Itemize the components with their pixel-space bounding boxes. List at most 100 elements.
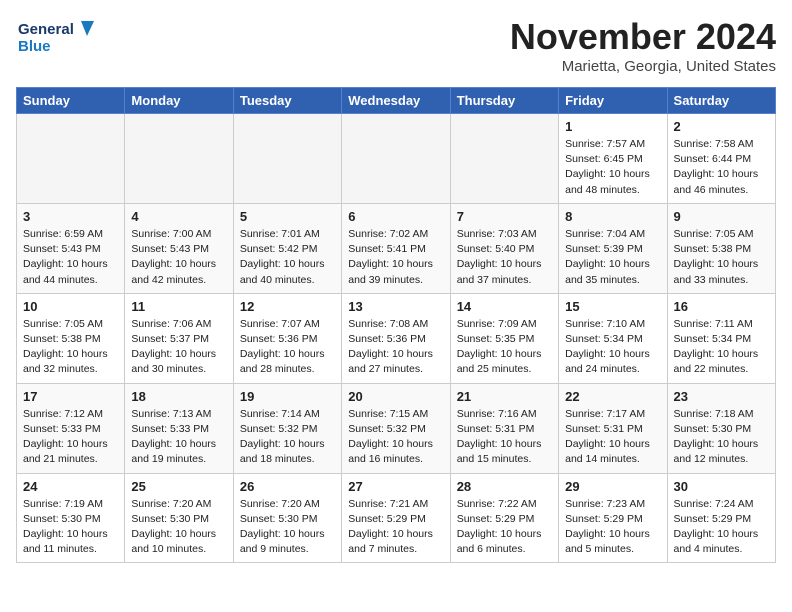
- day-info: Sunrise: 7:14 AM Sunset: 5:32 PM Dayligh…: [240, 407, 335, 468]
- day-info: Sunrise: 7:18 AM Sunset: 5:30 PM Dayligh…: [674, 407, 769, 468]
- day-number: 10: [23, 299, 118, 314]
- weekday-header-thursday: Thursday: [450, 88, 558, 114]
- calendar-cell: [450, 114, 558, 204]
- day-number: 21: [457, 389, 552, 404]
- day-number: 9: [674, 209, 769, 224]
- calendar-cell: 16 Sunrise: 7:11 AM Sunset: 5:34 PM Dayli…: [667, 293, 775, 383]
- location: Marietta, Georgia, United States: [510, 58, 776, 75]
- calendar: SundayMondayTuesdayWednesdayThursdayFrid…: [16, 87, 776, 563]
- day-info: Sunrise: 6:59 AM Sunset: 5:43 PM Dayligh…: [23, 227, 118, 288]
- weekday-header-sunday: Sunday: [17, 88, 125, 114]
- day-number: 14: [457, 299, 552, 314]
- day-info: Sunrise: 7:05 AM Sunset: 5:38 PM Dayligh…: [674, 227, 769, 288]
- calendar-cell: 22 Sunrise: 7:17 AM Sunset: 5:31 PM Dayli…: [559, 383, 667, 473]
- weekday-header-friday: Friday: [559, 88, 667, 114]
- day-number: 19: [240, 389, 335, 404]
- calendar-cell: [125, 114, 233, 204]
- calendar-cell: 27Sunrise: 7:21 AM Sunset: 5:29 PM Dayli…: [342, 473, 450, 563]
- logo: GeneralBlue: [16, 16, 96, 56]
- calendar-cell: 7Sunrise: 7:03 AM Sunset: 5:40 PM Daylig…: [450, 203, 558, 293]
- day-number: 23: [674, 389, 769, 404]
- day-info: Sunrise: 7:20 AM Sunset: 5:30 PM Dayligh…: [240, 497, 335, 558]
- calendar-cell: 24 Sunrise: 7:19 AM Sunset: 5:30 PM Dayli…: [17, 473, 125, 563]
- weekday-header-saturday: Saturday: [667, 88, 775, 114]
- calendar-cell: 18 Sunrise: 7:13 AM Sunset: 5:33 PM Dayli…: [125, 383, 233, 473]
- day-info: Sunrise: 7:00 AM Sunset: 5:43 PM Dayligh…: [131, 227, 226, 288]
- calendar-cell: 14Sunrise: 7:09 AM Sunset: 5:35 PM Dayli…: [450, 293, 558, 383]
- day-info: Sunrise: 7:10 AM Sunset: 5:34 PM Dayligh…: [565, 317, 660, 378]
- calendar-cell: 8Sunrise: 7:04 AM Sunset: 5:39 PM Daylig…: [559, 203, 667, 293]
- day-number: 11: [131, 299, 226, 314]
- day-number: 7: [457, 209, 552, 224]
- day-info: Sunrise: 7:08 AM Sunset: 5:36 PM Dayligh…: [348, 317, 443, 378]
- calendar-cell: 1 Sunrise: 7:57 AM Sunset: 6:45 PM Daylig…: [559, 114, 667, 204]
- calendar-cell: [233, 114, 341, 204]
- day-number: 18: [131, 389, 226, 404]
- calendar-cell: 3 Sunrise: 6:59 AM Sunset: 5:43 PM Daylig…: [17, 203, 125, 293]
- day-number: 1: [565, 119, 660, 134]
- calendar-cell: 21 Sunrise: 7:16 AM Sunset: 5:31 PM Dayli…: [450, 383, 558, 473]
- logo-icon: GeneralBlue: [16, 16, 96, 56]
- week-row-4: 17Sunrise: 7:12 AM Sunset: 5:33 PM Dayli…: [17, 383, 776, 473]
- weekday-header-wednesday: Wednesday: [342, 88, 450, 114]
- day-number: 2: [674, 119, 769, 134]
- day-info: Sunrise: 7:06 AM Sunset: 5:37 PM Dayligh…: [131, 317, 226, 378]
- day-info: Sunrise: 7:01 AM Sunset: 5:42 PM Dayligh…: [240, 227, 335, 288]
- day-info: Sunrise: 7:16 AM Sunset: 5:31 PM Dayligh…: [457, 407, 552, 468]
- svg-text:Blue: Blue: [18, 38, 51, 55]
- day-info: Sunrise: 7:23 AM Sunset: 5:29 PM Dayligh…: [565, 497, 660, 558]
- calendar-cell: 12Sunrise: 7:07 AM Sunset: 5:36 PM Dayli…: [233, 293, 341, 383]
- day-number: 22: [565, 389, 660, 404]
- calendar-cell: 25Sunrise: 7:20 AM Sunset: 5:30 PM Dayli…: [125, 473, 233, 563]
- weekday-header-monday: Monday: [125, 88, 233, 114]
- day-number: 13: [348, 299, 443, 314]
- day-info: Sunrise: 7:02 AM Sunset: 5:41 PM Dayligh…: [348, 227, 443, 288]
- page-header: GeneralBlue November 2024 Marietta, Geor…: [16, 16, 776, 75]
- calendar-cell: 4Sunrise: 7:00 AM Sunset: 5:43 PM Daylig…: [125, 203, 233, 293]
- day-number: 29: [565, 479, 660, 494]
- day-number: 28: [457, 479, 552, 494]
- calendar-cell: [342, 114, 450, 204]
- day-info: Sunrise: 7:17 AM Sunset: 5:31 PM Dayligh…: [565, 407, 660, 468]
- calendar-cell: 29 Sunrise: 7:23 AM Sunset: 5:29 PM Dayli…: [559, 473, 667, 563]
- day-info: Sunrise: 7:13 AM Sunset: 5:33 PM Dayligh…: [131, 407, 226, 468]
- day-info: Sunrise: 7:19 AM Sunset: 5:30 PM Dayligh…: [23, 497, 118, 558]
- calendar-cell: 23 Sunrise: 7:18 AM Sunset: 5:30 PM Dayli…: [667, 383, 775, 473]
- calendar-cell: 6 Sunrise: 7:02 AM Sunset: 5:41 PM Daylig…: [342, 203, 450, 293]
- day-number: 6: [348, 209, 443, 224]
- title-block: November 2024 Marietta, Georgia, United …: [510, 16, 776, 75]
- day-number: 15: [565, 299, 660, 314]
- month-title: November 2024: [510, 16, 776, 58]
- day-number: 16: [674, 299, 769, 314]
- calendar-cell: 11 Sunrise: 7:06 AM Sunset: 5:37 PM Dayli…: [125, 293, 233, 383]
- calendar-cell: 20 Sunrise: 7:15 AM Sunset: 5:32 PM Dayli…: [342, 383, 450, 473]
- week-row-5: 24 Sunrise: 7:19 AM Sunset: 5:30 PM Dayli…: [17, 473, 776, 563]
- svg-text:General: General: [18, 21, 74, 38]
- calendar-cell: 13 Sunrise: 7:08 AM Sunset: 5:36 PM Dayli…: [342, 293, 450, 383]
- day-number: 12: [240, 299, 335, 314]
- day-number: 5: [240, 209, 335, 224]
- calendar-cell: [17, 114, 125, 204]
- week-row-2: 3 Sunrise: 6:59 AM Sunset: 5:43 PM Daylig…: [17, 203, 776, 293]
- day-info: Sunrise: 7:15 AM Sunset: 5:32 PM Dayligh…: [348, 407, 443, 468]
- calendar-cell: 15 Sunrise: 7:10 AM Sunset: 5:34 PM Dayli…: [559, 293, 667, 383]
- day-number: 26: [240, 479, 335, 494]
- calendar-cell: 30Sunrise: 7:24 AM Sunset: 5:29 PM Dayli…: [667, 473, 775, 563]
- weekday-header-tuesday: Tuesday: [233, 88, 341, 114]
- day-number: 27: [348, 479, 443, 494]
- calendar-cell: 26 Sunrise: 7:20 AM Sunset: 5:30 PM Dayli…: [233, 473, 341, 563]
- day-info: Sunrise: 7:11 AM Sunset: 5:34 PM Dayligh…: [674, 317, 769, 378]
- calendar-cell: 17Sunrise: 7:12 AM Sunset: 5:33 PM Dayli…: [17, 383, 125, 473]
- day-info: Sunrise: 7:22 AM Sunset: 5:29 PM Dayligh…: [457, 497, 552, 558]
- calendar-cell: 5 Sunrise: 7:01 AM Sunset: 5:42 PM Daylig…: [233, 203, 341, 293]
- day-info: Sunrise: 7:57 AM Sunset: 6:45 PM Dayligh…: [565, 137, 660, 198]
- day-number: 3: [23, 209, 118, 224]
- day-number: 20: [348, 389, 443, 404]
- week-row-1: 1 Sunrise: 7:57 AM Sunset: 6:45 PM Daylig…: [17, 114, 776, 204]
- day-number: 24: [23, 479, 118, 494]
- calendar-cell: 28 Sunrise: 7:22 AM Sunset: 5:29 PM Dayli…: [450, 473, 558, 563]
- day-info: Sunrise: 7:20 AM Sunset: 5:30 PM Dayligh…: [131, 497, 226, 558]
- day-number: 17: [23, 389, 118, 404]
- calendar-cell: 9 Sunrise: 7:05 AM Sunset: 5:38 PM Daylig…: [667, 203, 775, 293]
- calendar-cell: 10Sunrise: 7:05 AM Sunset: 5:38 PM Dayli…: [17, 293, 125, 383]
